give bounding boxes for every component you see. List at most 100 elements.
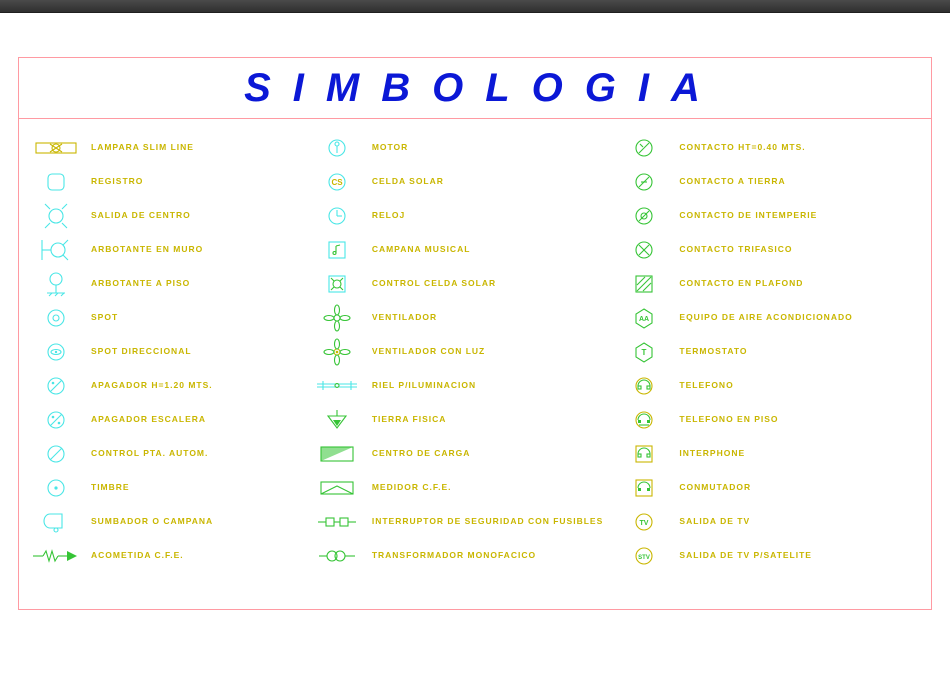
legend-body: LAMPARA SLIM LINE REGISTRO SALIDA DE CEN… (19, 119, 931, 610)
conmutador-icon (615, 473, 673, 503)
legend-label: APAGADOR h=1.20 mts. (85, 381, 213, 391)
drawing-canvas[interactable]: SIMBOLOGIA LAMPARA SLIM LINE (0, 13, 950, 680)
legend-item: SALIDA DE CENTRO (27, 199, 308, 233)
salida-tv-sat-icon: STV (615, 541, 673, 571)
legend-item: INTERRUPTOR DE SEGURIDAD CON FUSIBLES (308, 505, 616, 539)
spot-direccional-icon (27, 337, 85, 367)
timbre-icon (27, 473, 85, 503)
legend-item: ARBOTANTE EN MURO (27, 233, 308, 267)
spot-icon (27, 303, 85, 333)
legend-label: ACOMETIDA C.F.E. (85, 551, 184, 561)
legend-item: LAMPARA SLIM LINE (27, 131, 308, 165)
legend-label: EQUIPO DE AIRE ACONDICIONADO (673, 313, 852, 323)
ventilador-luz-icon (308, 337, 366, 367)
legend-item: CONTROL PTA. AUTOM. (27, 437, 308, 471)
legend-label: TRANSFORMADOR MONOFACICO (366, 551, 536, 561)
termostato-icon: T (615, 337, 673, 367)
legend-item: SPOT DIRECCIONAL (27, 335, 308, 369)
arbotante-muro-icon (27, 235, 85, 265)
legend-label: CONTROL CELDA SOLAR (366, 279, 496, 289)
legend-label: CELDA SOLAR (366, 177, 444, 187)
centro-carga-icon (308, 439, 366, 469)
legend-label: ARBOTANTE A PISO (85, 279, 190, 289)
legend-label: CONTACTO EN PLAFOND (673, 279, 803, 289)
legend-column-b: MOTOR CS CELDA SOLAR RELOJ (308, 131, 616, 602)
telefono-icon (615, 371, 673, 401)
app-window: SIMBOLOGIA LAMPARA SLIM LINE (0, 0, 950, 680)
legend-item: CONTACTO HT=0.40 mts. (615, 131, 923, 165)
sumbador-icon (27, 507, 85, 537)
legend-item: MEDIDOR C.F.E. (308, 471, 616, 505)
legend-label: MEDIDOR C.F.E. (366, 483, 452, 493)
legend-label: CONTACTO HT=0.40 mts. (673, 143, 805, 153)
acometida-icon (27, 541, 85, 571)
legend-item: CONTACTO EN PLAFOND (615, 267, 923, 301)
legend-item: CS CELDA SOLAR (308, 165, 616, 199)
arbotante-piso-icon (27, 269, 85, 299)
title-bar-gradient (0, 0, 950, 13)
celda-solar-icon: CS (308, 167, 366, 197)
registro-icon (27, 167, 85, 197)
legend-item: STV SALIDA DE TV P/SATELITE (615, 539, 923, 573)
svg-text:TV: TV (640, 520, 649, 527)
legend-label: LAMPARA SLIM LINE (85, 143, 194, 153)
legend-label: TELEFONO EN PISO (673, 415, 778, 425)
interphone-icon (615, 439, 673, 469)
legend-item: AA EQUIPO DE AIRE ACONDICIONADO (615, 301, 923, 335)
lampara-slim-icon (27, 133, 85, 163)
transformador-icon (308, 541, 366, 571)
legend-label: TIERRA FISICA (366, 415, 447, 425)
legend-label: CONTROL PTA. AUTOM. (85, 449, 208, 459)
campana-musical-icon (308, 235, 366, 265)
control-celda-icon (308, 269, 366, 299)
legend-item: CONTACTO TRIFASICO (615, 233, 923, 267)
legend-item: APAGADOR h=1.20 mts. (27, 369, 308, 403)
legend-item: ACOMETIDA C.F.E. (27, 539, 308, 573)
svg-text:T: T (642, 348, 647, 357)
legend-item: RIEL P/ILUMINACION (308, 369, 616, 403)
apagador-escalera-icon (27, 405, 85, 435)
legend-label: SUMBADOR O CAMPANA (85, 517, 213, 527)
legend-item: TIMBRE (27, 471, 308, 505)
legend-item: SPOT (27, 301, 308, 335)
legend-label: SPOT DIRECCIONAL (85, 347, 192, 357)
contacto-ht-icon (615, 133, 673, 163)
legend-item: VENTILADOR (308, 301, 616, 335)
legend-item: RELOJ (308, 199, 616, 233)
legend-item: CONTROL CELDA SOLAR (308, 267, 616, 301)
legend-label: APAGADOR ESCALERA (85, 415, 206, 425)
tierra-fisica-icon (308, 405, 366, 435)
legend-label: RELOJ (366, 211, 405, 221)
legend-label: CAMPANA MUSICAL (366, 245, 471, 255)
legend-label: SALIDA DE TV (673, 517, 750, 527)
legend-label: SALIDA DE CENTRO (85, 211, 191, 221)
control-pta-icon (27, 439, 85, 469)
legend-label: INTERRUPTOR DE SEGURIDAD CON FUSIBLES (366, 517, 603, 527)
legend-item: TELEFONO (615, 369, 923, 403)
ventilador-icon (308, 303, 366, 333)
legend-label: SALIDA DE TV P/SATELITE (673, 551, 812, 561)
legend-item: INTERPHONE (615, 437, 923, 471)
legend-item: CENTRO DE CARGA (308, 437, 616, 471)
legend-item: MOTOR (308, 131, 616, 165)
legend-label: CONMUTADOR (673, 483, 751, 493)
reloj-icon (308, 201, 366, 231)
contacto-plafond-icon (615, 269, 673, 299)
medidor-cfe-icon (308, 473, 366, 503)
contacto-tierra-icon (615, 167, 673, 197)
contacto-intemp-icon (615, 201, 673, 231)
legend-frame: SIMBOLOGIA LAMPARA SLIM LINE (18, 57, 932, 610)
legend-item: TV SALIDA DE TV (615, 505, 923, 539)
legend-title-box: SIMBOLOGIA (19, 58, 931, 119)
legend-item: TELEFONO EN PISO (615, 403, 923, 437)
legend-title: SIMBOLOGIA (228, 66, 722, 111)
aire-acond-icon: AA (615, 303, 673, 333)
legend-label: REGISTRO (85, 177, 143, 187)
interruptor-seg-icon (308, 507, 366, 537)
legend-item: VENTILADOR CON LUZ (308, 335, 616, 369)
salida-centro-icon (27, 201, 85, 231)
legend-item: CONTACTO DE INTEMPERIE (615, 199, 923, 233)
legend-item: SUMBADOR O CAMPANA (27, 505, 308, 539)
legend-label: SPOT (85, 313, 118, 323)
legend-item: CONTACTO A TIERRA (615, 165, 923, 199)
